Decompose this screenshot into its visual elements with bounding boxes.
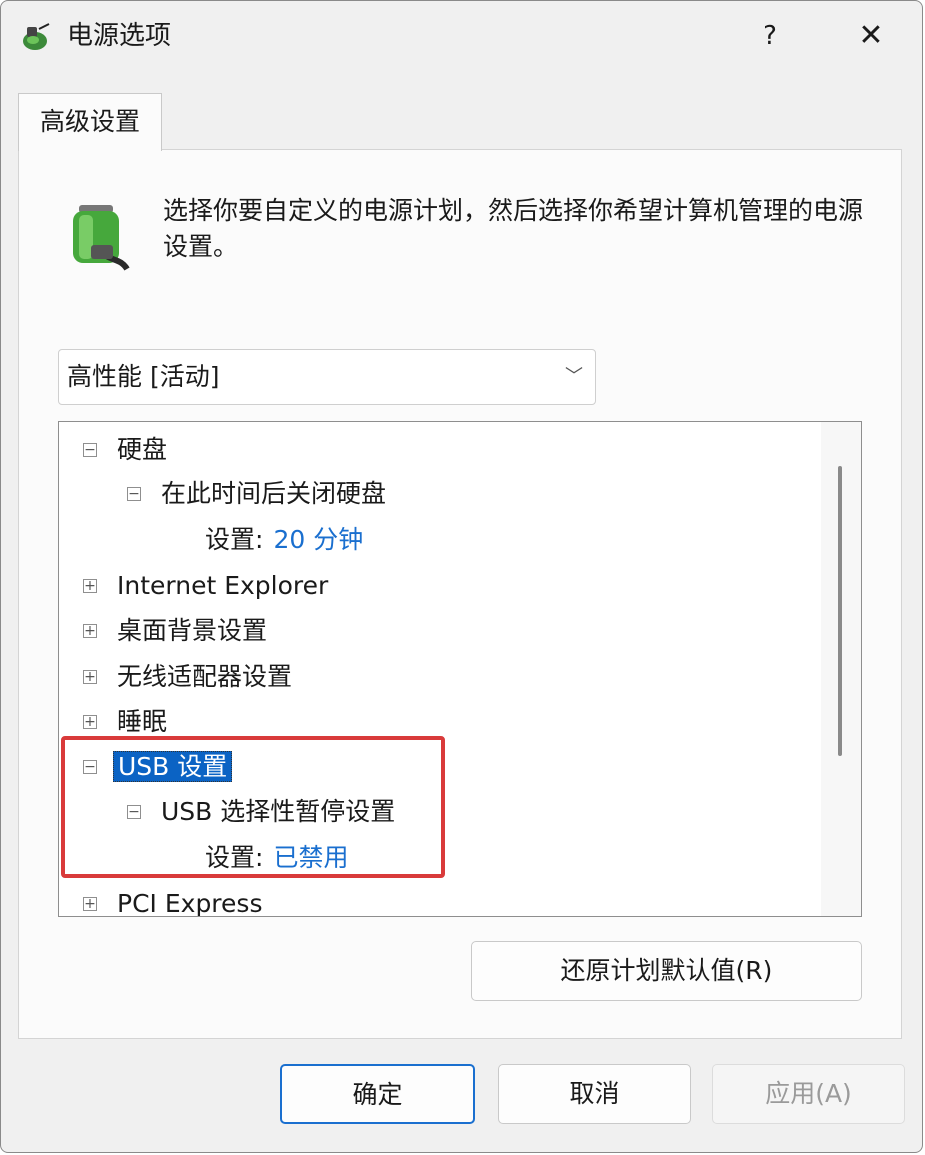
tree-item-sleep[interactable]: + 睡眠	[81, 702, 167, 742]
scrollbar-thumb[interactable]	[838, 466, 842, 756]
tree-item-hard-disk[interactable]: − 硬盘	[81, 430, 167, 470]
setting-value-link[interactable]: 20 分钟	[273, 525, 363, 554]
tree-item-label: PCI Express	[117, 889, 263, 917]
expand-icon[interactable]: +	[83, 897, 97, 911]
help-button[interactable]: ?	[745, 13, 795, 59]
restore-defaults-button[interactable]: 还原计划默认值(R)	[471, 941, 862, 1001]
tree-item-label: 睡眠	[117, 707, 168, 736]
power-settings-tree[interactable]: − 硬盘 − 在此时间后关闭硬盘 设置: 20 分钟 + Internet Exp…	[58, 421, 862, 917]
collapse-icon[interactable]: −	[127, 487, 141, 501]
power-plan-dropdown[interactable]: 高性能 [活动] ﹀	[58, 349, 596, 405]
tree-item-label: Internet Explorer	[117, 571, 329, 600]
expand-icon[interactable]: +	[83, 670, 97, 684]
tree-item-desktop-background[interactable]: + 桌面背景设置	[81, 611, 267, 651]
power-plan-value: 高性能 [活动]	[67, 362, 220, 391]
chevron-down-icon: ﹀	[565, 366, 583, 387]
battery-plug-icon	[73, 205, 130, 271]
tree-item-label: 无线适配器设置	[117, 662, 293, 691]
tree-item-usb-setting[interactable]: 设置: 已禁用	[205, 838, 348, 878]
vertical-scrollbar[interactable]	[821, 422, 861, 916]
description-text: 选择你要自定义的电源计划，然后选择你希望计算机管理的电源设置。	[163, 196, 864, 261]
tree-item-usb-selective-suspend[interactable]: − USB 选择性暂停设置	[125, 792, 395, 832]
tree-item-label: 硬盘	[117, 435, 168, 464]
title-bar: 电源选项 ? ✕	[1, 1, 922, 73]
tab-advanced-settings[interactable]: 高级设置	[18, 93, 162, 151]
cancel-button[interactable]: 取消	[498, 1064, 691, 1124]
collapse-icon[interactable]: −	[83, 443, 97, 457]
tree-item-disk-setting[interactable]: 设置: 20 分钟	[205, 520, 363, 560]
collapse-icon[interactable]: −	[127, 805, 141, 819]
tree-item-label: 桌面背景设置	[117, 616, 268, 645]
apply-button[interactable]: 应用(A)	[712, 1064, 905, 1124]
expand-icon[interactable]: +	[83, 624, 97, 638]
tree-item-label: 在此时间后关闭硬盘	[161, 479, 387, 508]
window-title: 电源选项	[67, 21, 172, 51]
expand-icon[interactable]: +	[83, 579, 97, 593]
tree-item-pci-express[interactable]: + PCI Express	[81, 884, 263, 917]
tree-item-wireless-adapter[interactable]: + 无线适配器设置	[81, 657, 292, 697]
setting-label: 设置:	[205, 525, 264, 554]
tree-item-label: USB 选择性暂停设置	[161, 797, 396, 826]
tree-item-label-selected: USB 设置	[113, 751, 233, 782]
collapse-icon[interactable]: −	[83, 760, 97, 774]
setting-label: 设置:	[205, 843, 264, 872]
setting-value-link[interactable]: 已禁用	[273, 843, 348, 872]
tree-item-internet-explorer[interactable]: + Internet Explorer	[81, 566, 328, 606]
power-options-icon	[23, 23, 50, 50]
expand-icon[interactable]: +	[83, 715, 97, 729]
close-button[interactable]: ✕	[841, 13, 901, 59]
ok-button[interactable]: 确定	[280, 1064, 475, 1124]
tree-item-usb-settings[interactable]: − USB 设置	[81, 747, 233, 787]
tree-item-turn-off-disk[interactable]: − 在此时间后关闭硬盘	[125, 474, 386, 514]
power-options-dialog: 电源选项 ? ✕ 高级设置 选择你要自定义的电源计划，然后选择你希望计算机管理的…	[0, 0, 923, 1153]
